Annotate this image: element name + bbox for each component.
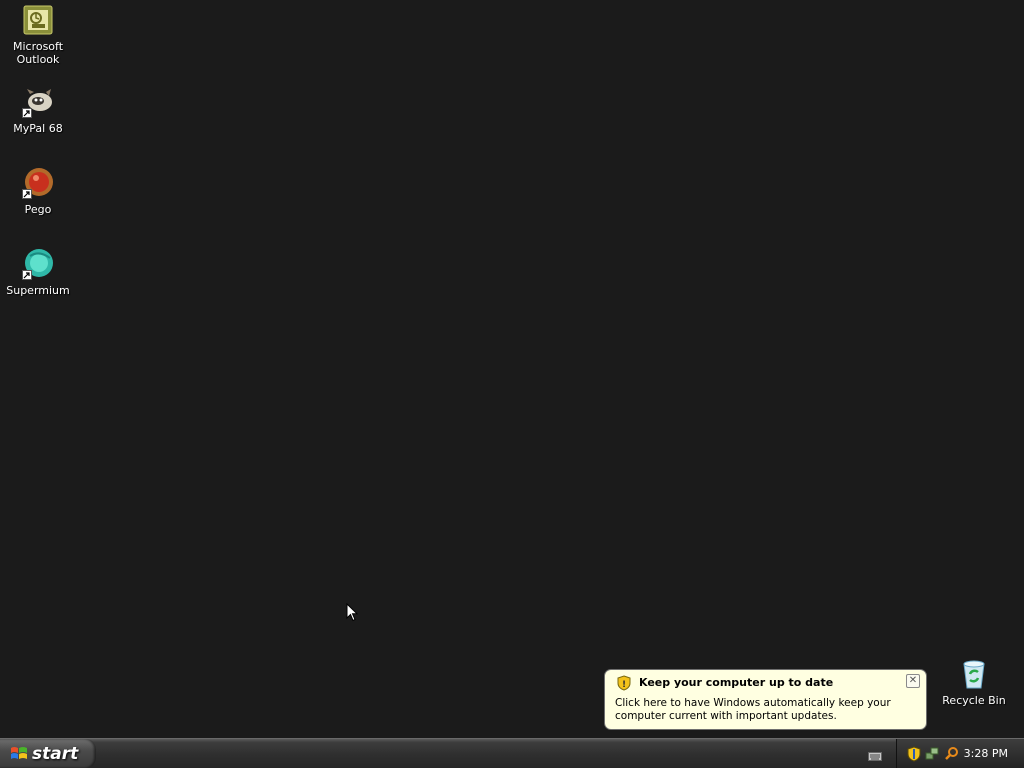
pego-icon: [22, 167, 54, 199]
search-icon[interactable]: [944, 746, 959, 765]
start-button[interactable]: start: [0, 739, 96, 768]
desktop-icon-outlook[interactable]: Microsoft Outlook: [0, 4, 76, 66]
recycle-bin-icon: [958, 658, 990, 690]
desktop-icon-label: Microsoft Outlook: [12, 40, 64, 66]
security-shield-icon[interactable]: [907, 746, 921, 766]
balloon-title: Keep your computer up to date: [639, 676, 834, 689]
close-icon[interactable]: ✕: [906, 674, 920, 688]
windows-logo-icon: [11, 746, 27, 759]
desktop-icon-pego[interactable]: Pego: [0, 167, 76, 216]
start-label: start: [32, 743, 79, 764]
taskbar: start 3:28 PM: [0, 738, 1024, 768]
desktop-icon-mypal[interactable]: MyPal 68: [0, 86, 76, 135]
keyboard-icon[interactable]: [868, 747, 882, 766]
mouse-cursor-icon: [346, 602, 359, 626]
shortcut-arrow-icon: [22, 270, 32, 280]
svg-text:!: !: [622, 680, 626, 690]
desktop-icon-supermium[interactable]: Supermium: [0, 248, 76, 297]
desktop-icon-label: Supermium: [6, 284, 70, 297]
shortcut-arrow-icon: [22, 189, 32, 199]
desktop-icon-recycle-bin[interactable]: Recycle Bin: [936, 658, 1012, 707]
outlook-icon: [22, 4, 54, 36]
supermium-icon: [22, 248, 54, 280]
shortcut-arrow-icon: [22, 108, 32, 118]
update-notification-balloon[interactable]: ! Keep your computer up to date ✕ Click …: [604, 669, 927, 730]
security-shield-icon: !: [617, 675, 631, 691]
desktop-icon-label: Recycle Bin: [942, 694, 1006, 707]
mypal-icon: [22, 86, 54, 118]
desktop[interactable]: Microsoft Outlook MyPal 68 Pego Supermiu…: [0, 0, 1024, 738]
desktop-icon-label: MyPal 68: [13, 122, 63, 135]
system-tray: 3:28 PM: [896, 739, 1024, 768]
network-icon[interactable]: [925, 746, 940, 765]
desktop-icon-label: Pego: [24, 203, 52, 216]
balloon-text: Click here to have Windows automatically…: [615, 697, 891, 722]
clock[interactable]: 3:28 PM: [964, 747, 1008, 760]
